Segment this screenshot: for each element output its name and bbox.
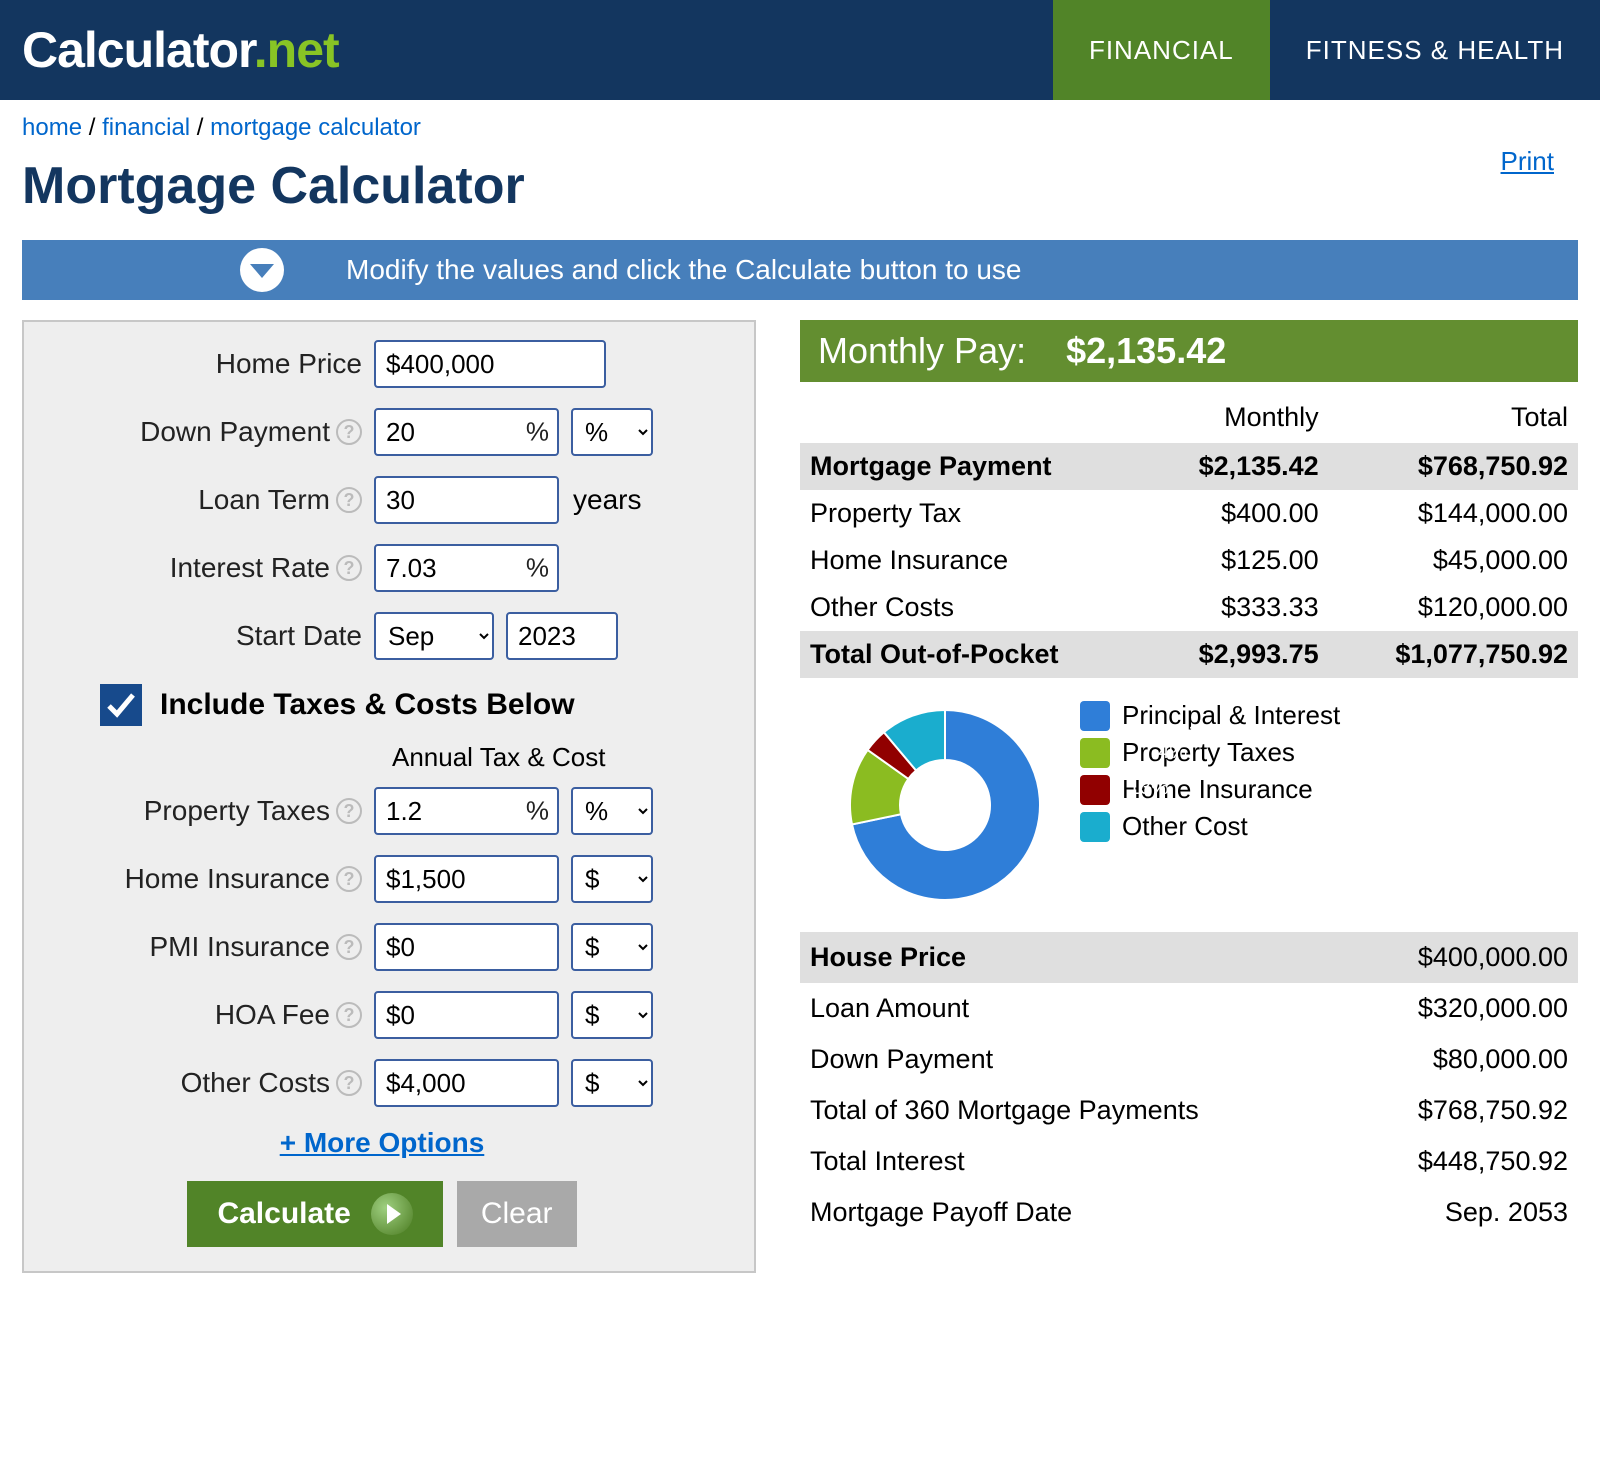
site-logo[interactable]: Calculator.net [22,21,339,79]
table-row: Home Insurance$125.00$45,000.00 [800,537,1578,584]
svg-text:?: ? [344,422,355,442]
home-insurance-unit-select[interactable]: $ [571,855,653,903]
svg-text:?: ? [344,801,355,821]
help-icon[interactable]: ? [336,419,362,445]
play-icon [371,1193,413,1235]
label-home-price: Home Price [44,348,374,380]
table-row: Total Out-of-Pocket$2,993.75$1,077,750.9… [800,631,1578,678]
table-row: Property Tax$400.00$144,000.00 [800,490,1578,537]
breadcrumb: home / financial / mortgage calculator [22,100,1578,146]
slice-label: 13% [851,777,1181,800]
svg-text:?: ? [344,490,355,510]
help-icon[interactable]: ? [336,1070,362,1096]
property-taxes-unit-select[interactable]: % [571,787,653,835]
help-icon[interactable]: ? [336,934,362,960]
start-month-select[interactable]: Sep [374,612,494,660]
logo-dot: . [254,22,267,78]
col-monthly: Monthly [1147,394,1328,443]
label-loan-term: Loan Term ? [44,484,374,516]
label-home-insurance: Home Insurance ? [44,863,374,895]
include-taxes-checkbox[interactable] [100,684,142,726]
nav-tab-financial[interactable]: FINANCIAL [1053,0,1270,100]
table-row: Mortgage Payment$2,135.42$768,750.92 [800,443,1578,490]
pay-value: $2,135.42 [1066,330,1226,372]
legend-label: Other Cost [1122,811,1248,842]
main-nav: FINANCIAL FITNESS & HEALTH [1053,0,1600,100]
clear-button[interactable]: Clear [457,1181,577,1247]
label-pmi-insurance: PMI Insurance ? [44,931,374,963]
slice-label: 71% [984,841,1314,864]
breadcrumb-current[interactable]: mortgage calculator [210,114,421,141]
logo-net: net [267,22,339,78]
monthly-pay-bar: Monthly Pay: $2,135.42 [800,320,1578,382]
include-taxes-label: Include Taxes & Costs Below [160,688,575,722]
table-row: House Price$400,000.00 [800,932,1578,983]
label-interest-rate: Interest Rate ? [44,552,374,584]
other-costs-unit-select[interactable]: $ [571,1059,653,1107]
breadcrumb-financial[interactable]: financial [102,114,190,141]
print-link[interactable]: Print [1501,146,1554,177]
calculate-label: Calculate [217,1197,350,1231]
banner-text: Modify the values and click the Calculat… [346,254,1022,286]
breakdown-table: MonthlyTotal Mortgage Payment$2,135.42$7… [800,394,1578,678]
down-payment-unit-select[interactable]: % [571,408,653,456]
label-hoa-fee: HOA Fee ? [44,999,374,1031]
legend-swatch [1080,812,1110,842]
results-panel: Monthly Pay: $2,135.42 MonthlyTotal Mort… [800,320,1578,1273]
table-row: Mortgage Payoff DateSep. 2053 [800,1187,1578,1238]
instruction-banner: Modify the values and click the Calculat… [22,240,1578,300]
cost-breakdown-donut: 71%13%4%11% [840,700,1050,910]
svg-text:?: ? [344,1073,355,1093]
svg-text:?: ? [344,937,355,957]
help-icon[interactable]: ? [336,555,362,581]
chevron-down-circle-icon[interactable] [240,248,284,292]
help-icon[interactable]: ? [336,487,362,513]
annual-cost-heading: Annual Tax & Cost [392,742,720,773]
label-start-date: Start Date [44,620,374,652]
loan-term-suffix: years [573,484,641,516]
table-row: Total Interest$448,750.92 [800,1136,1578,1187]
pmi-input[interactable] [374,923,559,971]
input-panel: Home Price Down Payment ? % % Loan Term … [22,320,756,1273]
more-options-link[interactable]: + More Options [280,1127,485,1158]
legend-item: Other Cost [1080,811,1340,842]
label-other-costs: Other Costs ? [44,1067,374,1099]
summary-table: House Price$400,000.00Loan Amount$320,00… [800,932,1578,1238]
hoa-unit-select[interactable]: $ [571,991,653,1039]
table-row: Total of 360 Mortgage Payments$768,750.9… [800,1085,1578,1136]
nav-tab-fitness[interactable]: FITNESS & HEALTH [1270,0,1600,100]
table-row: Loan Amount$320,000.00 [800,983,1578,1034]
slice-label: 11% [899,722,1229,745]
hoa-input[interactable] [374,991,559,1039]
help-icon[interactable]: ? [336,866,362,892]
label-down-payment: Down Payment ? [44,416,374,448]
svg-text:?: ? [344,869,355,889]
table-row: Other Costs$333.33$120,000.00 [800,584,1578,631]
home-price-input[interactable] [374,340,606,388]
svg-text:?: ? [344,558,355,578]
breadcrumb-home[interactable]: home [22,114,82,141]
percent-unit: % [526,796,549,827]
loan-term-input[interactable] [374,476,559,524]
other-costs-input[interactable] [374,1059,559,1107]
home-insurance-input[interactable] [374,855,559,903]
percent-unit: % [526,417,549,448]
svg-text:?: ? [344,1005,355,1025]
site-header: Calculator.net FINANCIAL FITNESS & HEALT… [0,0,1600,100]
help-icon[interactable]: ? [336,1002,362,1028]
calculate-button[interactable]: Calculate [187,1181,442,1247]
logo-word: Calculator [22,22,254,78]
slice-label: 4% [869,741,1199,764]
col-total: Total [1329,394,1578,443]
label-property-taxes: Property Taxes ? [44,795,374,827]
start-year-input[interactable] [506,612,618,660]
page-title: Mortgage Calculator [22,156,1578,216]
table-row: Down Payment$80,000.00 [800,1034,1578,1085]
pay-label: Monthly Pay: [818,330,1026,372]
pmi-unit-select[interactable]: $ [571,923,653,971]
percent-unit: % [526,553,549,584]
help-icon[interactable]: ? [336,798,362,824]
